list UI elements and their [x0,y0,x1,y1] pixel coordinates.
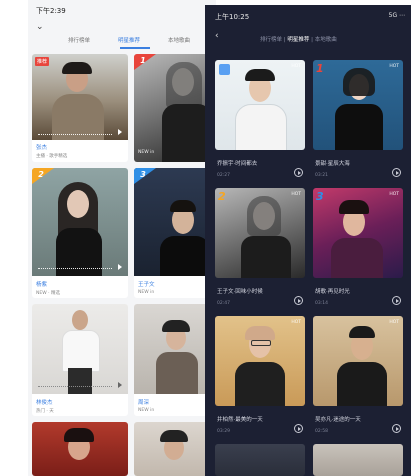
song-subtitle: NEW in [138,290,155,295]
dark-theme-screen: 上午10:25 5G ⋯ ‹ 排行榜单 | 明星推荐 | 本地歌曲 HOT 乔振… [205,5,411,476]
artist-photo [32,422,128,476]
song-card[interactable]: HOT 井柏然·最美的一天 03:29 [215,316,305,444]
artist-photo [215,444,305,476]
play-icon[interactable] [392,296,401,305]
light-theme-screen: 下午2:39 ⌄ 排行榜单 明星推荐 本地歌曲 推荐 张杰 主播 · 歌手精选 … [28,0,216,476]
play-icon[interactable] [392,168,401,177]
back-chevron-icon[interactable]: ⌄ [36,22,44,32]
song-card[interactable]: HOT 吴亦凡·迷途的一天 02:58 [313,316,403,444]
active-tab-indicator [120,47,150,49]
song-subtitle: 热门 · 天 [36,409,54,414]
play-icon[interactable] [294,424,303,433]
artist-photo [215,188,305,278]
song-subtitle: NEW · 精选 [36,291,60,296]
song-card[interactable]: 推荐 张杰 主播 · 歌手精选 [32,54,128,162]
song-duration: 03:21 [315,173,328,178]
tab-local-songs[interactable]: 本地歌曲 [168,36,190,44]
song-card[interactable]: 林俊杰 热门 · 天 [32,304,128,416]
hot-badge: HOT [389,192,399,197]
song-card[interactable]: 1 NEW in [134,54,216,162]
song-card[interactable]: 3 王子文 NEW in [134,168,216,298]
vip-icon [219,64,230,75]
artist-name: 林俊杰 [36,400,53,406]
song-card[interactable]: 1 HOT 景甜·星辰大海 03:21 [313,60,403,188]
rank-number: 2 [218,190,226,203]
song-subtitle: NEW in [138,408,155,413]
artist-name: 杨紫 [36,282,48,288]
recommend-tag: 推荐 [35,57,50,66]
artist-photo [32,168,128,276]
status-time: 下午2:39 [36,7,66,15]
artist-photo [313,444,403,476]
song-card[interactable]: 2 杨紫 NEW · 精选 [32,168,128,298]
artist-photo [313,60,403,150]
tab-rankings[interactable]: 排行榜单 [68,36,90,44]
artist-photo [134,422,216,476]
song-card[interactable]: HOT 乔振宇·时间都去 02:27 [215,60,305,188]
artist-photo [215,316,305,406]
artist-photo [32,54,128,140]
tab-star-recommend[interactable]: 明星推荐 [118,36,140,44]
song-duration: 02:27 [217,173,230,178]
rank-number: 1 [316,62,324,75]
song-duration: 03:29 [217,429,230,434]
song-title: 景甜·星辰大海 [315,161,350,167]
hot-badge: HOT [291,192,301,197]
artist-photo [32,304,128,394]
tab-bar: 排行榜单 明星推荐 本地歌曲 [68,36,216,50]
song-subtitle: NEW in [138,150,155,155]
back-arrow-icon[interactable]: ‹ [215,31,219,41]
artist-photo [134,168,216,276]
artist-photo [134,54,216,162]
status-time: 上午10:25 [215,13,250,21]
song-card[interactable] [134,422,216,476]
hot-badge: HOT [389,320,399,325]
song-title: 王子文·回味小时候 [217,289,263,295]
song-subtitle: 主播 · 歌手精选 [36,154,68,159]
song-card[interactable] [215,444,305,476]
song-card[interactable] [313,444,403,476]
play-icon[interactable] [392,424,401,433]
song-duration: 03:14 [315,301,328,306]
rank-number: 3 [316,190,324,203]
song-card[interactable]: 周深 NEW in [134,304,216,416]
song-title: 井柏然·最美的一天 [217,417,263,423]
tab-rankings[interactable]: 排行榜单 [260,37,282,43]
tab-bar: 排行榜单 | 明星推荐 | 本地歌曲 [260,35,337,43]
song-card[interactable]: 3 HOT 胡歌·再见时光 03:14 [313,188,403,316]
artist-name: 张杰 [36,145,48,151]
hot-badge: HOT [291,64,301,69]
artist-photo [134,304,216,394]
status-icons: 5G ⋯ [388,12,405,19]
song-card[interactable]: 2 HOT 王子文·回味小时候 02:47 [215,188,305,316]
play-icon[interactable] [294,296,303,305]
artist-photo [313,316,403,406]
artist-photo [313,188,403,278]
artist-name: 周深 [138,400,150,406]
play-icon[interactable] [294,168,303,177]
tab-local-songs[interactable]: 本地歌曲 [315,37,337,43]
song-title: 胡歌·再见时光 [315,289,350,295]
artist-name: 王子文 [138,282,155,288]
song-title: 吴亦凡·迷途的一天 [315,417,361,423]
song-duration: 02:47 [217,301,230,306]
tab-star-recommend[interactable]: 明星推荐 [287,37,309,43]
song-card[interactable] [32,422,128,476]
song-title: 乔振宇·时间都去 [217,161,258,167]
hot-badge: HOT [389,64,399,69]
song-duration: 02:58 [315,429,328,434]
hot-badge: HOT [291,320,301,325]
